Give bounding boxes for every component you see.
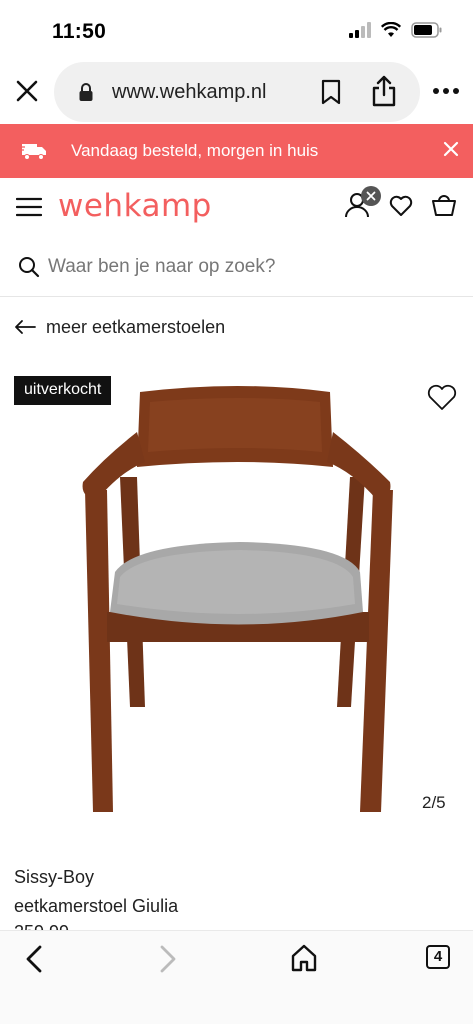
product-price: 259,99: [14, 922, 69, 930]
search-bar[interactable]: [0, 240, 473, 297]
search-input[interactable]: [48, 252, 448, 282]
product-photo-chair: [82, 386, 393, 812]
sold-out-badge: uitverkocht: [14, 376, 112, 405]
shopping-bag-icon[interactable]: [431, 193, 457, 217]
arrow-left-icon: [15, 320, 36, 334]
wifi-icon: [381, 22, 401, 37]
menu-icon[interactable]: [16, 196, 42, 218]
close-icon[interactable]: [14, 78, 40, 104]
site-header: wehkamp: [0, 178, 473, 240]
battery-icon: [411, 22, 442, 38]
promo-text: Vandaag besteld, morgen in huis: [71, 141, 319, 160]
home-icon[interactable]: [290, 943, 318, 973]
status-bar: 11:50: [0, 0, 473, 60]
favorite-heart-icon[interactable]: [426, 384, 458, 412]
product-brand[interactable]: Sissy-Boy: [14, 867, 94, 888]
forward-icon[interactable]: [156, 945, 180, 973]
back-icon[interactable]: [22, 945, 46, 973]
logout-badge-icon: [361, 186, 381, 206]
lock-icon: [79, 83, 93, 101]
search-icon: [19, 257, 40, 278]
close-banner-icon[interactable]: [443, 141, 459, 157]
share-icon[interactable]: [370, 75, 398, 107]
browser-bar: www.wehkamp.nl: [0, 60, 473, 124]
browser-toolbar: 4: [0, 930, 473, 1024]
product-title: eetkamerstoel Giulia: [14, 896, 179, 916]
more-options-icon[interactable]: [432, 87, 460, 95]
image-counter: 2/5: [422, 793, 446, 812]
back-to-category-link[interactable]: meer eetkamerstoelen: [14, 314, 225, 340]
tabs-button[interactable]: 4: [426, 945, 450, 969]
product-image-carousel[interactable]: uitverkocht 2/5: [0, 360, 473, 830]
bookmark-icon[interactable]: [320, 79, 342, 105]
url-text[interactable]: www.wehkamp.nl: [112, 81, 267, 104]
delivery-truck-icon: [20, 144, 46, 160]
promo-banner: Vandaag besteld, morgen in huis: [0, 124, 473, 178]
address-bar[interactable]: www.wehkamp.nl: [54, 62, 420, 122]
wishlist-heart-icon[interactable]: [389, 195, 413, 217]
status-time: 11:50: [52, 20, 107, 43]
wehkamp-logo[interactable]: wehkamp: [58, 188, 212, 224]
signal-icon: [349, 22, 371, 38]
back-link-label[interactable]: meer eetkamerstoelen: [46, 317, 225, 338]
status-icons: [349, 22, 443, 38]
